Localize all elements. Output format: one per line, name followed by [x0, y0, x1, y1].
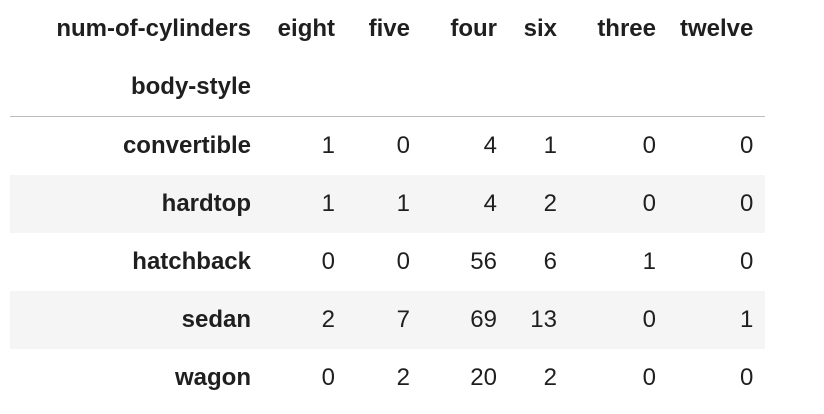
column-header-five: five [368, 15, 410, 42]
table-row: sedan 2 7 69 13 0 1 [10, 291, 766, 349]
row-label: wagon [175, 364, 251, 391]
empty-header-cell [509, 58, 569, 117]
index-header-row: body-style [10, 58, 766, 117]
row-label: hardtop [10, 175, 263, 233]
table-cell: 0 [740, 364, 754, 391]
table-cell: 0 [569, 175, 668, 233]
column-header-row: num-of-cylinders eight five four six thr… [10, 0, 765, 58]
empty-header-cell [569, 58, 668, 117]
table-cell: 7 [347, 291, 422, 349]
table-header: num-of-cylinders eight five four six thr… [10, 0, 766, 117]
table-cell: 0 [396, 132, 410, 159]
table-cell: 2 [263, 291, 347, 349]
row-label: convertible [122, 132, 251, 159]
table-cell: 0 [642, 132, 656, 159]
table-cell: 6 [543, 248, 557, 275]
table-cell: 0 [321, 364, 335, 391]
table-cell: 0 [740, 248, 754, 275]
table-cell: 0 [396, 248, 410, 275]
table-cell: 13 [509, 291, 569, 349]
table-row: convertible 1 0 4 1 0 0 [10, 117, 765, 176]
table-row: wagon 0 2 20 2 0 0 [10, 349, 765, 407]
column-header-eight: eight [277, 15, 335, 42]
row-label: hatchback [132, 248, 251, 275]
table-cell: 1 [543, 132, 557, 159]
table-cell: 20 [470, 364, 497, 391]
table-cell: 0 [642, 364, 656, 391]
table-cell: 4 [483, 132, 497, 159]
table-cell: 1 [642, 248, 656, 275]
table-cell: 0 [569, 291, 668, 349]
column-header-three: three [597, 15, 656, 42]
table-cell: 0 [321, 248, 335, 275]
columns-name-label: num-of-cylinders [56, 15, 251, 42]
column-header-six: six [523, 15, 557, 42]
column-header-twelve: twelve [680, 15, 754, 42]
empty-header-cell [263, 58, 347, 117]
table-cell: 1 [347, 175, 422, 233]
table-row: hatchback 0 0 56 6 1 0 [10, 233, 765, 291]
table-cell: 1 [321, 132, 335, 159]
table-cell: 0 [740, 132, 754, 159]
table-row: hardtop 1 1 4 2 0 0 [10, 175, 766, 233]
table-cell: 1 [263, 175, 347, 233]
crosstab-table: num-of-cylinders eight five four six thr… [10, 0, 766, 408]
table-cell: 4 [422, 175, 509, 233]
empty-header-cell [422, 58, 509, 117]
table-cell: 69 [422, 291, 509, 349]
empty-header-cell [668, 58, 766, 117]
table-cell: 56 [470, 248, 497, 275]
table-cell: 1 [668, 291, 766, 349]
table-cell: 2 [396, 364, 410, 391]
table-body: convertible 1 0 4 1 0 0 hardtop 1 1 4 2 … [10, 117, 766, 408]
empty-header-cell [347, 58, 422, 117]
dataframe-output: num-of-cylinders eight five four six thr… [0, 0, 824, 414]
table-cell: 2 [543, 364, 557, 391]
table-cell: 0 [668, 175, 766, 233]
row-label: sedan [10, 291, 263, 349]
column-header-four: four [450, 15, 497, 42]
table-cell: 2 [509, 175, 569, 233]
index-name-label: body-style [10, 58, 263, 117]
